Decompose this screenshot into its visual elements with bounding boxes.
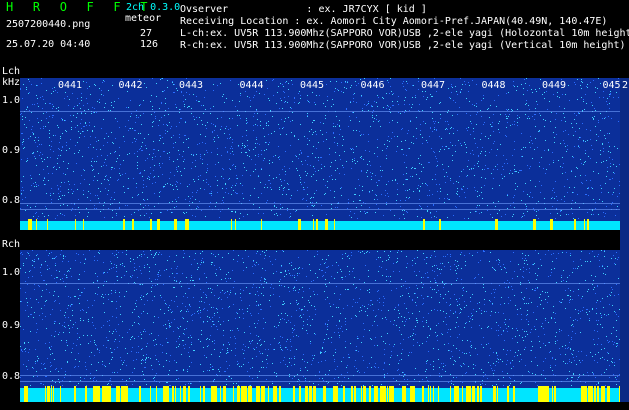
lch-unit: kHz	[2, 77, 21, 88]
time-tick: 0446	[359, 80, 386, 91]
observer-line: Ovserver : ex. JR7CYX [ kid ]	[180, 4, 427, 15]
time-tick: 0444	[238, 80, 265, 91]
rch-count: 126	[140, 39, 159, 50]
rch-tick-2: 0.9	[2, 320, 21, 331]
lch-tick-3: 0.8	[2, 195, 21, 206]
lch-spectrogram-svg	[20, 78, 620, 230]
rch-info-line: R-ch:ex. UV5R 113.900Mhz(SAPPORO VOR)USB…	[180, 40, 626, 51]
time-tick: 0448	[480, 80, 507, 91]
time-tick: 0449	[541, 80, 568, 91]
rch-tick-1: 1.0	[2, 267, 21, 278]
rch-spectrogram-svg	[20, 250, 620, 402]
time-tick: 0445	[299, 80, 326, 91]
lch-info-line: L-ch:ex. UV5R 113.900Mhz(SAPPORO VOR)USB…	[180, 28, 629, 39]
rch-label: Rch	[2, 239, 21, 250]
lch-tick-2: 0.9	[2, 145, 21, 156]
edge-label: 2	[622, 80, 629, 91]
capture-datetime: 25.07.20 04:40	[6, 39, 91, 50]
time-tick: 0447	[420, 80, 447, 91]
right-edge-strip	[620, 78, 629, 402]
rch-spectrogram	[20, 250, 620, 402]
location-line: Receiving Location : ex. Aomori City Aom…	[180, 16, 608, 27]
lch-label: Lch	[2, 66, 21, 77]
lch-tick-1: 1.0	[2, 95, 21, 106]
time-tick: 0441	[57, 80, 84, 91]
time-tick: 0443	[178, 80, 205, 91]
mode-label: meteor	[125, 13, 162, 24]
time-tick: 0442	[117, 80, 144, 91]
lch-spectrogram	[20, 78, 620, 230]
rch-tick-3: 0.8	[2, 371, 21, 382]
file-name: 2507200440.png	[6, 19, 91, 30]
